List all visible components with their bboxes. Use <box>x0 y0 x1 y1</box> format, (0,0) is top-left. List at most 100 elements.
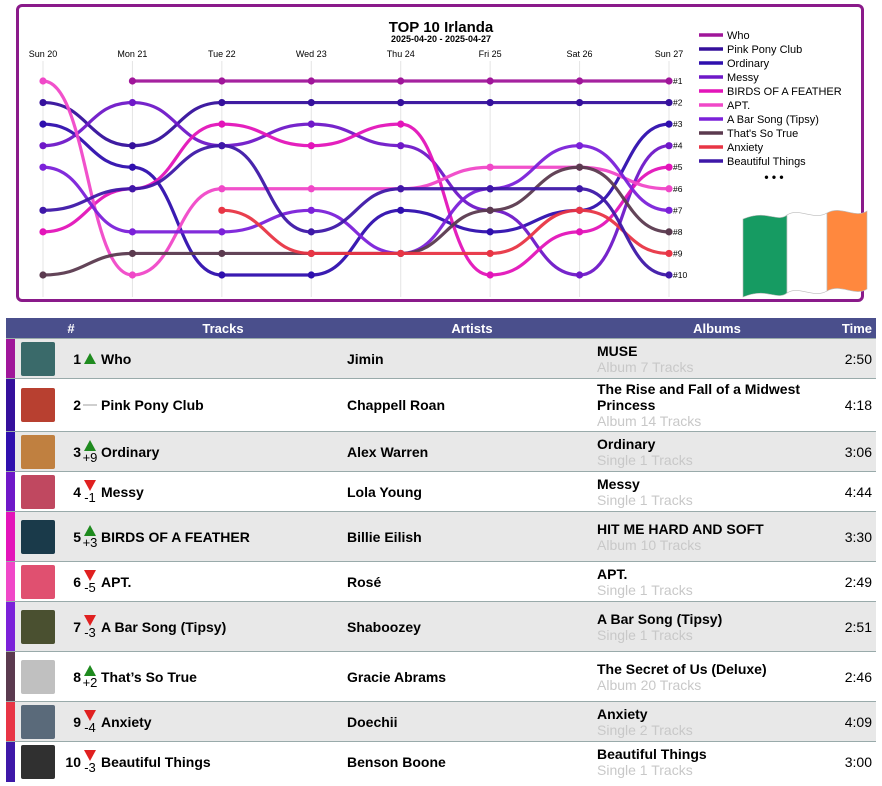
artist-name[interactable]: Lola Young <box>347 471 597 512</box>
table-row[interactable]: 7 -3 A Bar Song (Tipsy) Shaboozey A Bar Song… <box>6 601 876 652</box>
album-cover[interactable] <box>21 341 55 376</box>
album-title[interactable]: APT. <box>597 566 627 582</box>
album-cell[interactable]: A Bar Song (Tipsy) Single 1 Tracks <box>597 601 837 652</box>
rank-number: 3 <box>61 431 81 472</box>
table-row[interactable]: 8 +2 That’s So True Gracie Abrams The Secret… <box>6 651 876 702</box>
rank-label: #1 <box>673 76 683 86</box>
tracks-table: # Tracks Artists Albums Time 1 Who Jimin MU… <box>6 318 876 782</box>
track-title[interactable]: Messy <box>99 471 347 512</box>
table-row[interactable]: 6 -5 APT. Rosé APT. Single 1 Tracks 2:49 <box>6 561 876 602</box>
table-row[interactable]: 9 -4 Anxiety Doechii Anxiety Single 2 Tracks 4… <box>6 701 876 742</box>
series-point <box>307 185 315 193</box>
album-title[interactable]: The Secret of Us (Deluxe) <box>597 661 767 677</box>
album-title[interactable]: Ordinary <box>597 436 655 452</box>
artist-name[interactable]: Benson Boone <box>347 741 597 782</box>
album-cell[interactable]: The Secret of Us (Deluxe) Album 20 Tracks <box>597 651 837 702</box>
track-title[interactable]: Who <box>99 338 347 379</box>
series-point <box>307 271 315 279</box>
header-num: # <box>61 318 81 339</box>
rank-change <box>81 338 99 379</box>
rank-label: #10 <box>673 270 687 280</box>
track-duration: 3:30 <box>837 511 876 562</box>
album-cover[interactable] <box>21 609 55 644</box>
flag-stripe <box>826 210 868 292</box>
x-tick-label: Sat 26 <box>567 49 593 59</box>
track-title[interactable]: BIRDS OF A FEATHER <box>99 511 347 562</box>
series-point <box>128 249 137 258</box>
track-title[interactable]: That’s So True <box>99 651 347 702</box>
series-point <box>307 249 315 258</box>
album-cell[interactable]: APT. Single 1 Tracks <box>597 561 837 602</box>
series-point <box>128 228 137 236</box>
table-row[interactable]: 4 -1 Messy Lola Young Messy Single 1 Tracks 4:… <box>6 471 876 512</box>
album-title[interactable]: Messy <box>597 476 640 492</box>
artist-name[interactable]: Rosé <box>347 561 597 602</box>
album-cover[interactable] <box>21 474 55 509</box>
album-cover[interactable] <box>21 704 55 739</box>
track-title[interactable]: Anxiety <box>99 701 347 742</box>
album-cover[interactable] <box>21 434 55 469</box>
artist-name[interactable]: Shaboozey <box>347 601 597 652</box>
header-tracks[interactable]: Tracks <box>99 318 347 339</box>
series-point <box>39 271 47 279</box>
rank-number: 1 <box>61 338 81 379</box>
table-row[interactable]: 3 +9 Ordinary Alex Warren Ordinary Single 1 T… <box>6 431 876 472</box>
album-title[interactable]: Beautiful Things <box>597 746 707 762</box>
series-point <box>307 206 315 214</box>
table-row[interactable]: 2 Pink Pony Club Chappell Roan The Rise and… <box>6 378 876 432</box>
legend-entry: That's So True <box>727 128 798 140</box>
arrow-down-icon <box>84 709 96 721</box>
row-color-stripe <box>6 741 15 782</box>
table-row[interactable]: 10 -3 Beautiful Things Benson Boone Beautifu… <box>6 741 876 782</box>
track-title[interactable]: APT. <box>99 561 347 602</box>
series-line <box>41 144 671 256</box>
album-info: Single 1 Tracks <box>597 626 693 643</box>
album-cover[interactable] <box>21 388 55 422</box>
album-title[interactable]: MUSE <box>597 343 637 359</box>
album-cell[interactable]: Ordinary Single 1 Tracks <box>597 431 837 472</box>
album-cell[interactable]: HIT ME HARD AND SOFT Album 10 Tracks <box>597 511 837 562</box>
album-title[interactable]: Anxiety <box>597 706 648 722</box>
table-row[interactable]: 1 Who Jimin MUSE Album 7 Tracks 2:50 <box>6 338 876 379</box>
artist-name[interactable]: Alex Warren <box>347 431 597 472</box>
series-point <box>39 142 47 150</box>
album-cell[interactable]: MUSE Album 7 Tracks <box>597 338 837 379</box>
album-cover[interactable] <box>21 564 55 599</box>
album-cell[interactable]: Anxiety Single 2 Tracks <box>597 701 837 742</box>
header-albums[interactable]: Albums <box>597 318 837 339</box>
album-info: Single 2 Tracks <box>597 721 693 738</box>
header-time[interactable]: Time <box>837 318 876 339</box>
legend-more: • • • <box>764 170 783 184</box>
header-artists[interactable]: Artists <box>347 318 597 339</box>
album-cover[interactable] <box>21 659 55 694</box>
track-title[interactable]: Ordinary <box>99 431 347 472</box>
series-point <box>665 163 673 171</box>
artist-name[interactable]: Billie Eilish <box>347 511 597 562</box>
track-title[interactable]: Pink Pony Club <box>99 378 347 432</box>
artist-name[interactable]: Jimin <box>347 338 597 379</box>
x-tick-label: Tue 22 <box>208 49 236 59</box>
artist-name[interactable]: Chappell Roan <box>347 378 597 432</box>
series-point <box>486 98 494 107</box>
album-cover[interactable] <box>21 744 55 779</box>
album-cell[interactable]: The Rise and Fall of a Midwest Princess A… <box>597 378 837 432</box>
album-cell[interactable]: Messy Single 1 Tracks <box>597 471 837 512</box>
legend-entry: Who <box>727 30 750 42</box>
album-title[interactable]: The Rise and Fall of a Midwest Princess <box>597 381 800 413</box>
track-duration: 4:09 <box>837 701 876 742</box>
series-point <box>307 228 315 236</box>
rank-delta: +2 <box>82 674 98 690</box>
track-title[interactable]: A Bar Song (Tipsy) <box>99 601 347 652</box>
album-cell[interactable]: Beautiful Things Single 1 Tracks <box>597 741 837 782</box>
series-point <box>575 185 584 193</box>
rank-change <box>81 378 99 432</box>
series-point <box>218 185 226 193</box>
artist-name[interactable]: Gracie Abrams <box>347 651 597 702</box>
series-point <box>665 120 673 128</box>
track-title[interactable]: Beautiful Things <box>99 741 347 782</box>
table-row[interactable]: 5 +3 BIRDS OF A FEATHER Billie Eilish HIT ME… <box>6 511 876 562</box>
album-title[interactable]: HIT ME HARD AND SOFT <box>597 521 764 537</box>
artist-name[interactable]: Doechii <box>347 701 597 742</box>
album-title[interactable]: A Bar Song (Tipsy) <box>597 611 722 627</box>
album-cover[interactable] <box>21 519 55 554</box>
